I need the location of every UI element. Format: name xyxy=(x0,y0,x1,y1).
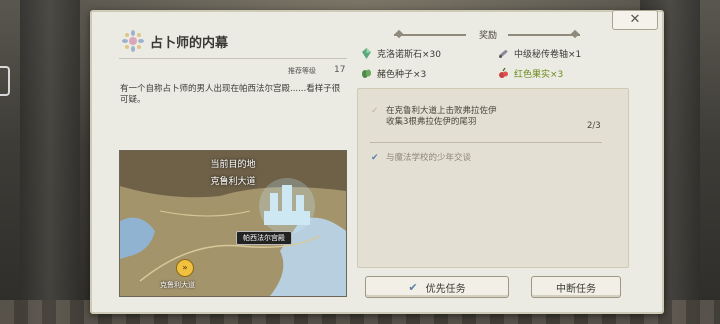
map-terrain xyxy=(120,151,346,296)
reward-item-label: 中级秘传卷轴×1 xyxy=(514,50,582,60)
task-divider xyxy=(370,142,602,143)
abort-quest-label: 中断任务 xyxy=(556,283,596,295)
quest-title-row: 占卜师的内幕 xyxy=(122,30,228,52)
reward-header: 奖励 xyxy=(478,31,497,41)
reward-item[interactable]: 克洛诺斯石×30 xyxy=(361,47,441,60)
reward-item[interactable]: 赭色种子×3 xyxy=(361,67,426,80)
reward-item[interactable]: 红色果实×3 xyxy=(498,67,563,80)
task-text: 在克鲁利大道上击败弗拉佐伊 xyxy=(386,106,497,116)
background-pillar xyxy=(20,0,80,324)
destination-pin-label: 克鲁利大道 xyxy=(160,281,195,289)
current-destination-label: 当前目的地 xyxy=(210,160,256,170)
reward-item-label: 赭色种子×3 xyxy=(377,70,427,80)
task-item: ✔ 与魔法学校的少年交谈 xyxy=(371,153,471,164)
quest-title: 占卜师的内幕 xyxy=(150,35,229,51)
crystal-icon xyxy=(361,48,372,59)
abort-quest-button[interactable]: 中断任务 xyxy=(531,276,621,298)
task-progress: 2/3 xyxy=(587,121,601,131)
priority-quest-button[interactable]: ✔ 优先任务 xyxy=(365,276,509,298)
task-text: 与魔法学校的少年交谈 xyxy=(386,153,472,163)
scroll-icon xyxy=(498,48,509,59)
priority-quest-label: 优先任务 xyxy=(425,283,466,295)
reward-item-label: 克洛诺斯石×30 xyxy=(377,50,441,60)
reward-item-label: 红色果实×3 xyxy=(514,70,564,80)
fruit-icon xyxy=(498,67,509,79)
title-divider xyxy=(119,58,347,59)
destination-pin-icon[interactable]: » xyxy=(176,259,194,277)
task-item: ✓ 在克鲁利大道上击败弗拉佐伊 收集3根弗拉佐伊的尾羽 xyxy=(371,106,497,128)
checkmark-icon: ✔ xyxy=(371,153,379,163)
landmark-label: 帕西法尔宫殿 xyxy=(236,231,292,245)
quest-emblem-icon xyxy=(122,30,144,52)
reward-item[interactable]: 中级秘传卷轴×1 xyxy=(498,47,581,60)
recommended-level-label: 推荐等级 xyxy=(288,67,316,75)
current-destination-name: 克鲁利大道 xyxy=(210,177,256,187)
close-button[interactable]: ✕ xyxy=(612,10,658,30)
side-menu-tab[interactable] xyxy=(0,66,10,96)
task-text: 收集3根弗拉佐伊的尾羽 xyxy=(386,117,477,127)
quest-description: 有一个自称占卜师的男人出现在帕西法尔宫殿......看样子很可疑。 xyxy=(120,84,341,105)
checkmark-icon: ✔ xyxy=(408,280,418,294)
seed-icon xyxy=(361,68,372,79)
recommended-level-value: 17 xyxy=(334,65,346,75)
checkmark-icon: ✓ xyxy=(371,106,379,116)
destination-map[interactable]: 当前目的地 克鲁利大道 帕西法尔宫殿 » 克鲁利大道 xyxy=(119,150,347,297)
